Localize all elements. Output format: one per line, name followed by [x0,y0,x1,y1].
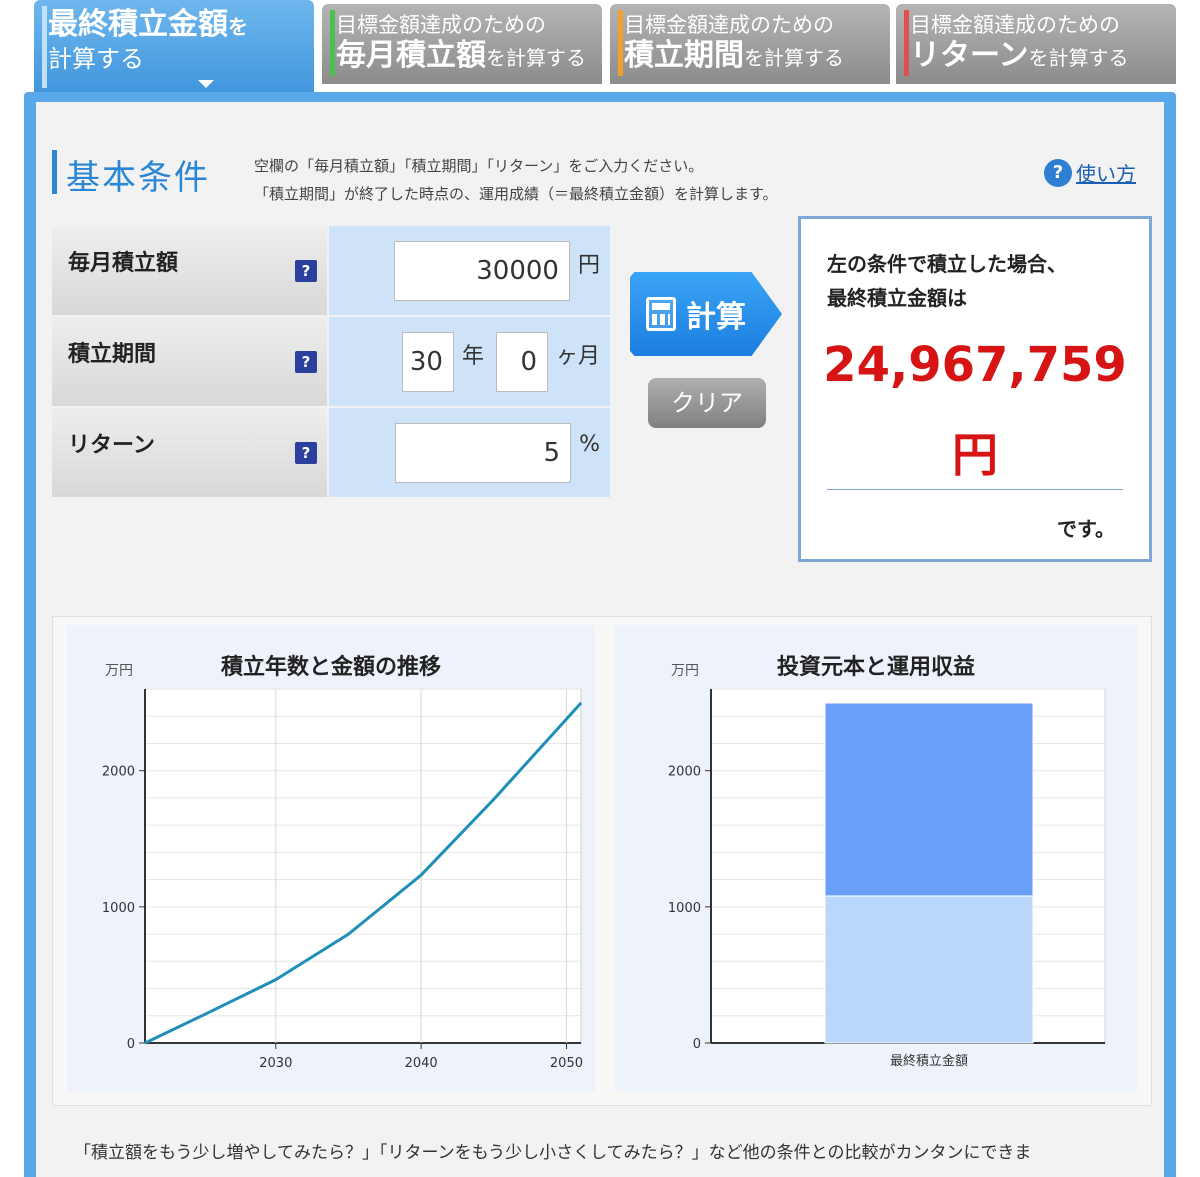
heading-accent [52,150,57,194]
return-input[interactable]: 5 [395,422,572,483]
x-tick-label: 2050 [550,1056,583,1071]
unit-label: 年 [461,343,484,369]
bar-segment [824,702,1034,897]
row-label-cell: 積立期間 ? [52,317,327,406]
y-tick-label: 0 [127,1037,135,1052]
tab-accent [330,10,335,76]
tab-sublabel: 目標金額達成のための [910,13,1120,37]
bar-chart: 投資元本と運用収益 0 1000 2000 万円 最終積立金額 [615,625,1137,1091]
calculate-button[interactable]: 計算 [630,272,782,356]
charts-area: 積立年数と金額の推移 0 1000 2000 万円 2030 2040 2050 投資元本と… [52,616,1152,1106]
tab-final-amount[interactable]: 最終積立金額を 計算する [34,0,314,96]
return-row: リターン ? 5 % [52,408,610,499]
instructions-line: 「積立期間」が終了した時点の、運用成績（＝最終積立金額）を計算します。 [254,185,778,203]
row-input-cell: 30 年 0 ヶ月 [329,317,610,406]
data-point [347,933,349,935]
question-icon[interactable]: ? [295,350,317,373]
result-amount: 24,967,759 [823,337,1127,393]
result-lead-line: 最終積立金額は [827,286,967,310]
result-lead: 左の条件で積立した場合、 最終積立金額は [827,247,1067,315]
bar-chart-svg: 0 1000 2000 万円最終積立金額 [668,663,1106,1069]
y-tick-label: 1000 [102,901,135,916]
unit-label: % [579,432,600,457]
result-currency: 円 [952,428,998,482]
tab-label: 毎月積立額 [336,38,486,73]
period-months-input[interactable]: 0 [495,331,548,392]
line-chart: 積立年数と金額の推移 0 1000 2000 万円 2030 2040 2050 [67,625,595,1091]
tab-monthly-amount[interactable]: 目標金額達成のための 毎月積立額を計算する [322,4,602,84]
tab-accent [42,6,47,88]
question-icon[interactable]: ? [295,259,317,282]
footer-note: 「積立額をもう少し増やしてみたら？」「リターンをもう少し小さくしてみたら？」など… [74,1143,1032,1163]
data-point [202,1014,204,1016]
tab-label-line2: 計算する [48,45,144,73]
x-tick-label: 最終積立金額 [890,1053,968,1069]
help-label: 使い方 [1076,162,1136,186]
tab-bar: 最終積立金額を 計算する 目標金額達成のための 毎月積立額を計算する 目標金額達… [0,0,1200,96]
data-point [420,874,422,876]
result-box: 左の条件で積立した場合、 最終積立金額は 24,967,759 円 です。 [798,216,1152,562]
unit-label: 円 [577,252,600,278]
row-label-cell: リターン ? [52,408,327,497]
bar-segment [824,895,1034,1044]
monthly-amount-row: 毎月積立額 ? 30000 円 [52,226,610,317]
data-point [580,702,582,704]
return-label: リターン [68,432,155,458]
period-row: 積立期間 ? 30 年 0 ヶ月 [52,317,610,408]
monthly-amount-label: 毎月積立額 [68,250,179,276]
calculate-label: 計算 [686,300,746,335]
plot-area [144,688,582,1044]
calculator-icon [646,297,676,331]
data-point [144,1042,146,1044]
y-tick-label: 0 [693,1037,701,1052]
unit-label: ヶ月 [555,343,600,369]
tab-accent [618,10,623,76]
y-axis-label: 万円 [105,663,133,679]
tab-suffix: を計算する [486,46,586,70]
tab-sublabel: 目標金額達成のための [624,13,834,37]
clear-button[interactable]: クリア [648,378,766,428]
data-point [493,798,495,800]
result-tail: です。 [1057,517,1115,541]
period-years-input[interactable]: 30 [401,331,454,392]
tab-return[interactable]: 目標金額達成のための リターンを計算する [896,4,1176,84]
tab-label: 最終積立金額を [48,7,248,42]
tab-sublabel: 目標金額達成のための [336,13,546,37]
tab-suffix: を計算する [744,46,844,70]
instructions: 空欄の「毎月積立額」「積立期間」「リターン」をご入力ください。 「積立期間」が終… [254,152,778,208]
y-tick-label: 2000 [668,765,701,780]
data-point [275,979,277,981]
period-label: 積立期間 [68,341,157,367]
row-input-cell: 5 % [329,408,610,497]
caret-down-icon [198,80,214,88]
tab-suffix: を計算する [1028,46,1129,70]
monthly-amount-input[interactable]: 30000 [393,240,570,301]
line-chart-svg: 0 1000 2000 万円 2030 2040 2050 [102,663,583,1071]
x-tick-label: 2030 [259,1056,292,1071]
section-heading: 基本条件 [66,158,210,198]
instructions-line: 空欄の「毎月積立額」「積立期間」「リターン」をご入力ください。 [254,157,704,175]
tab-accent [904,10,909,76]
result-lead-line: 左の条件で積立した場合、 [827,252,1067,276]
main-panel: 基本条件 空欄の「毎月積立額」「積立期間」「リターン」をご入力ください。 「積立… [24,92,1176,1177]
y-tick-label: 1000 [668,901,701,916]
help-link[interactable]: ? 使い方 [1044,158,1136,187]
result-divider [827,489,1123,490]
row-label-cell: 毎月積立額 ? [52,226,327,315]
tab-label: リターン [910,38,1029,73]
x-tick-label: 2040 [405,1056,438,1071]
help-icon: ? [1044,158,1072,187]
y-axis-label: 万円 [671,663,699,679]
question-icon[interactable]: ? [295,441,317,464]
y-tick-label: 2000 [102,765,135,780]
tab-period[interactable]: 目標金額達成のための 積立期間を計算する [610,4,890,84]
conditions-table: 毎月積立額 ? 30000 円 積立期間 ? 30 年 0 ヶ月 リターン ? … [52,226,610,499]
panel-content: 基本条件 空欄の「毎月積立額」「積立期間」「リターン」をご入力ください。 「積立… [36,102,1164,1177]
tab-label: 積立期間 [624,38,744,73]
row-input-cell: 30000 円 [329,226,610,315]
